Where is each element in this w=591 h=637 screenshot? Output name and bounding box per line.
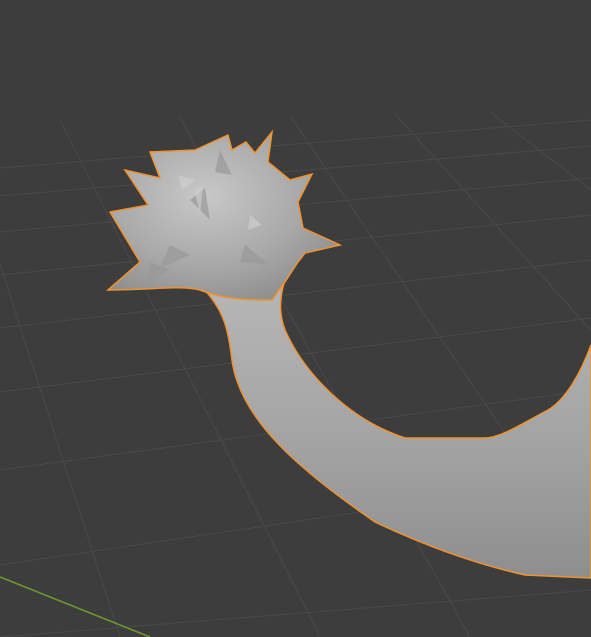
selected-object[interactable]	[106, 129, 591, 579]
viewport-canvas[interactable]	[0, 0, 591, 637]
tail-body[interactable]	[198, 279, 591, 579]
x-axis-line	[0, 576, 151, 637]
3d-viewport[interactable]	[0, 0, 591, 637]
spiked-ball[interactable]	[106, 129, 343, 301]
